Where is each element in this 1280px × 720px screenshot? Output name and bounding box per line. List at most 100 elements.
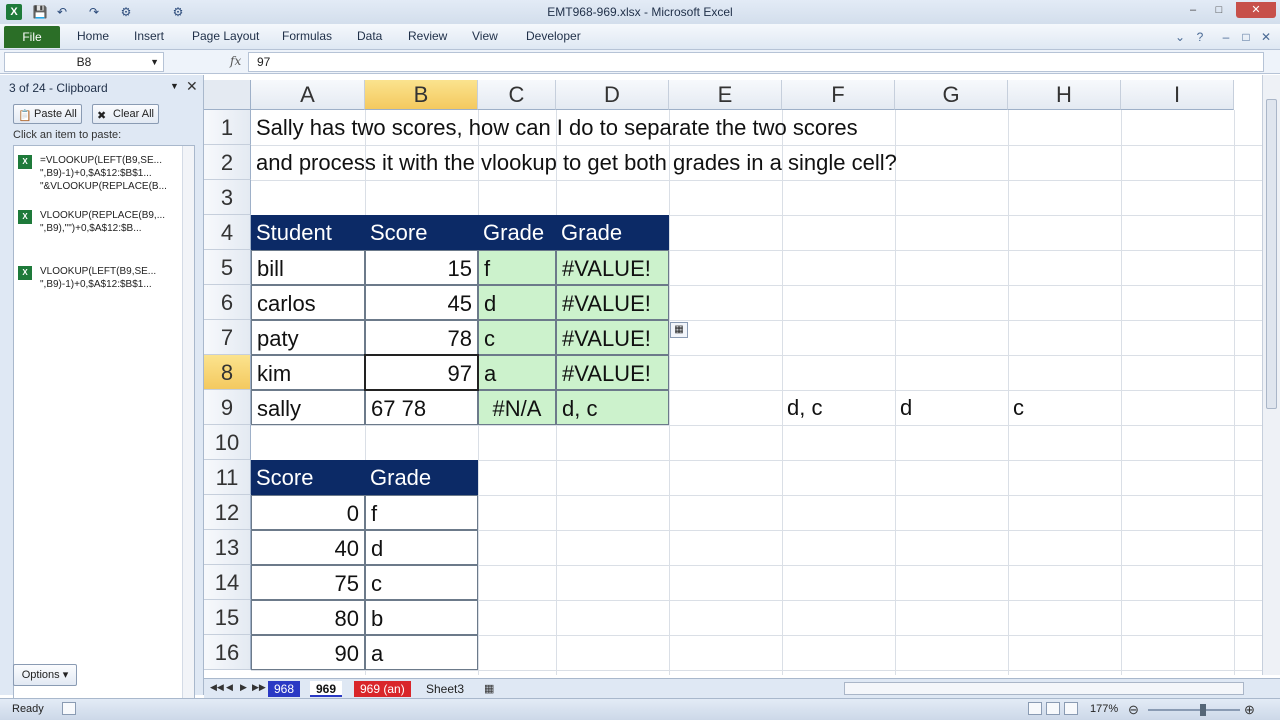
insert-sheet-icon[interactable]: ▦ — [484, 682, 494, 695]
options-button[interactable]: Options ▾ — [13, 664, 77, 686]
row-header-2[interactable]: 2 — [204, 145, 251, 180]
workbook-restore-icon[interactable]: □ — [1238, 29, 1254, 45]
column-header-g[interactable]: G — [895, 80, 1008, 110]
horizontal-scrollbar[interactable] — [844, 682, 1244, 695]
minimize-button[interactable]: – — [1180, 2, 1206, 18]
column-header-d[interactable]: D — [556, 80, 669, 110]
vertical-scrollbar[interactable] — [1262, 75, 1280, 675]
maximize-button[interactable]: □ — [1206, 2, 1232, 18]
table1-cell[interactable]: 45 — [365, 285, 478, 320]
table1-cell[interactable]: f — [478, 250, 556, 285]
column-header-e[interactable]: E — [669, 80, 782, 110]
row-header-16[interactable]: 16 — [204, 635, 251, 670]
prev-sheet-icon[interactable]: ◀ — [226, 682, 233, 693]
table1-cell[interactable]: #N/A — [478, 390, 556, 425]
table1-cell[interactable]: #VALUE! — [556, 355, 669, 390]
table1-cell[interactable]: 15 — [365, 250, 478, 285]
select-all-corner[interactable] — [204, 80, 251, 110]
tab-developer[interactable]: Developer — [526, 29, 581, 43]
table2-header-score[interactable]: Score — [251, 460, 365, 495]
scrollbar-thumb[interactable] — [1266, 99, 1277, 409]
close-icon[interactable]: ✕ — [186, 78, 198, 95]
formula-input[interactable]: 97 — [248, 52, 1264, 72]
table1-cell[interactable]: paty — [251, 320, 365, 355]
row-header-8[interactable]: 8 — [204, 355, 251, 390]
tab-data[interactable]: Data — [357, 29, 382, 43]
column-header-h[interactable]: H — [1008, 80, 1121, 110]
paste-options-icon[interactable]: ▦ — [670, 322, 688, 338]
table2-cell[interactable]: a — [365, 635, 478, 670]
zoom-out-icon[interactable]: ⊖ — [1128, 702, 1139, 718]
column-header-f[interactable]: F — [782, 80, 895, 110]
worksheet-grid[interactable]: A B C D E F G H I 1 2 3 4 5 6 7 8 9 10 1… — [204, 75, 1262, 675]
table1-cell[interactable]: carlos — [251, 285, 365, 320]
zoom-slider[interactable] — [1148, 709, 1240, 711]
row9-h-cell[interactable]: c — [1008, 390, 1029, 425]
row-header-7[interactable]: 7 — [204, 320, 251, 355]
table1-cell[interactable]: #VALUE! — [556, 250, 669, 285]
row-header-9[interactable]: 9 — [204, 390, 251, 425]
clipboard-scrollbar[interactable] — [182, 146, 194, 720]
clipboard-item[interactable]: X =VLOOKUP(LEFT(B9,SE... ",B9)-1)+0,$A$1… — [18, 154, 178, 193]
table1-cell[interactable]: #VALUE! — [556, 320, 669, 355]
table2-cell[interactable]: b — [365, 600, 478, 635]
paste-all-button[interactable]: 📋 Paste All — [13, 104, 82, 124]
table1-header-grade[interactable]: Grade — [478, 215, 556, 250]
table2-cell[interactable]: d — [365, 530, 478, 565]
tab-formulas[interactable]: Formulas — [282, 29, 332, 43]
table1-header-grade-2[interactable]: Grade — [556, 215, 669, 250]
row-header-11[interactable]: 11 — [204, 460, 251, 495]
column-header-b[interactable]: B — [365, 80, 478, 110]
table1-cell[interactable]: kim — [251, 355, 365, 390]
clipboard-item[interactable]: X VLOOKUP(LEFT(B9,SE... ",B9)-1)+0,$A$12… — [18, 265, 178, 291]
workbook-minimize-icon[interactable]: – — [1218, 29, 1234, 45]
note-line-2[interactable]: and process it with the vlookup to get b… — [251, 145, 902, 180]
row-header-13[interactable]: 13 — [204, 530, 251, 565]
page-break-view-icon[interactable] — [1064, 702, 1078, 715]
table1-cell[interactable]: bill — [251, 250, 365, 285]
tab-insert[interactable]: Insert — [134, 29, 164, 43]
row9-g-cell[interactable]: d — [895, 390, 917, 425]
table2-header-grade[interactable]: Grade — [365, 460, 478, 495]
table1-header-score[interactable]: Score — [365, 215, 478, 250]
row-header-4[interactable]: 4 — [204, 215, 251, 250]
zoom-in-icon[interactable]: ⊕ — [1244, 702, 1255, 718]
table1-header-student[interactable]: Student — [251, 215, 365, 250]
tab-view[interactable]: View — [472, 29, 498, 43]
normal-view-icon[interactable] — [1028, 702, 1042, 715]
column-header-a[interactable]: A — [251, 80, 365, 110]
next-sheet-icon[interactable]: ▶ — [240, 682, 247, 693]
tab-home[interactable]: Home — [77, 29, 109, 43]
sheet-tab-968[interactable]: 968 — [268, 681, 301, 697]
note-line-1[interactable]: Sally has two scores, how can I do to se… — [251, 110, 863, 145]
ribbon-collapse-icon[interactable]: ⌄ — [1172, 29, 1188, 45]
sheet-tab-969[interactable]: 969 — [310, 681, 343, 697]
clear-all-button[interactable]: ✖ Clear All — [92, 104, 159, 124]
chevron-down-icon[interactable]: ▼ — [150, 53, 159, 71]
workbook-close-icon[interactable]: ✕ — [1258, 29, 1274, 45]
row-header-15[interactable]: 15 — [204, 600, 251, 635]
table1-cell[interactable]: sally — [251, 390, 365, 425]
column-header-c[interactable]: C — [478, 80, 556, 110]
help-icon[interactable]: ? — [1192, 29, 1208, 45]
table2-cell[interactable]: c — [365, 565, 478, 600]
insert-function-button[interactable]: fx — [230, 54, 241, 68]
table2-cell[interactable]: f — [365, 495, 478, 530]
column-header-i[interactable]: I — [1121, 80, 1234, 110]
table2-cell[interactable]: 40 — [251, 530, 365, 565]
row-header-6[interactable]: 6 — [204, 285, 251, 320]
table1-cell[interactable]: 78 — [365, 320, 478, 355]
table2-cell[interactable]: 0 — [251, 495, 365, 530]
first-sheet-icon[interactable]: ◀◀ — [210, 682, 224, 693]
macro-record-icon[interactable] — [62, 702, 76, 715]
tab-page-layout[interactable]: Page Layout — [192, 29, 259, 43]
last-sheet-icon[interactable]: ▶▶ — [252, 682, 266, 693]
sheet-tab-969-an[interactable]: 969 (an) — [354, 681, 411, 697]
clipboard-item[interactable]: X VLOOKUP(REPLACE(B9,... ",B9),"")+0,$A$… — [18, 209, 178, 235]
chevron-down-icon[interactable]: ▼ — [170, 81, 179, 91]
table2-cell[interactable]: 75 — [251, 565, 365, 600]
table1-cell[interactable]: 67 78 — [365, 390, 478, 425]
row-header-14[interactable]: 14 — [204, 565, 251, 600]
row-header-1[interactable]: 1 — [204, 110, 251, 145]
table1-cell[interactable]: c — [478, 320, 556, 355]
